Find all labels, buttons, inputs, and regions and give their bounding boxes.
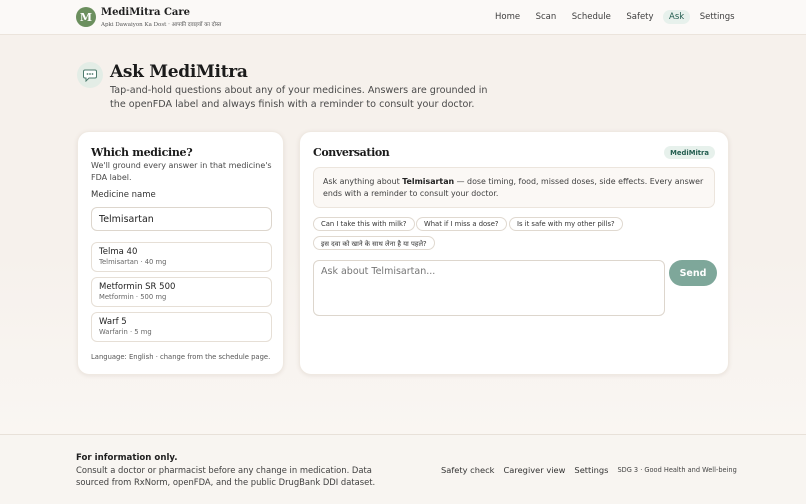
nav-ask[interactable]: Ask — [663, 10, 691, 24]
message-drug: Telmisartan — [402, 177, 455, 186]
nav-scan[interactable]: Scan — [530, 10, 563, 24]
nav-schedule[interactable]: Schedule — [566, 10, 617, 24]
nav-home[interactable]: Home — [489, 10, 526, 24]
main-nav: Home Scan Schedule Safety Ask Settings — [489, 10, 744, 24]
page-footer: For information only. Consult a doctor o… — [0, 434, 806, 504]
assistant-message: Ask anything about Telmisartan — dose ti… — [313, 167, 715, 208]
medicine-option-name: Telma 40 — [99, 247, 138, 257]
medicine-panel-title: Which medicine? — [91, 146, 193, 159]
footer-links: Safety check Caregiver view Settings SDG… — [441, 465, 737, 475]
send-button[interactable]: Send — [669, 260, 717, 286]
suggestion-chip[interactable]: Can I take this with milk? — [313, 217, 415, 231]
footer-link-caregiver-view[interactable]: Caregiver view — [503, 465, 565, 475]
medicine-option[interactable]: Metformin SR 500 Metformin · 500 mg — [91, 277, 272, 307]
language-note: Language: English · change from the sche… — [91, 353, 271, 361]
suggestion-chip[interactable]: इस दवा को खाने के साथ लेना है या पहले? — [313, 236, 435, 250]
chat-bubble-icon — [77, 62, 103, 88]
medicine-panel-description: We'll ground every answer in that medici… — [91, 161, 272, 182]
footer-heading: For information only. — [76, 453, 178, 463]
medicine-option-detail: Telmisartan · 40 mg — [99, 258, 167, 266]
suggestion-chip[interactable]: Is it safe with my other pills? — [509, 217, 623, 231]
medicine-option-name: Warf 5 — [99, 317, 127, 327]
suggestion-chip[interactable]: What if I miss a dose? — [416, 217, 507, 231]
medicine-option[interactable]: Warf 5 Warfarin · 5 mg — [91, 312, 272, 342]
brand-tagline: Apki Dawaiyon Ka Dost · आपकी दवाइयों का … — [101, 22, 222, 28]
top-header: M MediMitra Care Apki Dawaiyon Ka Dost ·… — [0, 0, 806, 35]
medicine-option-name: Metformin SR 500 — [99, 282, 176, 292]
nav-settings[interactable]: Settings — [694, 10, 741, 24]
question-input[interactable] — [313, 260, 665, 316]
footer-link-safety-check[interactable]: Safety check — [441, 465, 494, 475]
conversation-panel: Conversation MediMitra Ask anything abou… — [299, 131, 729, 375]
assistant-badge: MediMitra — [664, 146, 715, 159]
medicine-panel: Which medicine? We'll ground every answe… — [77, 131, 284, 375]
footer-disclaimer: Consult a doctor or pharmacist before an… — [76, 465, 376, 487]
medicine-name-label: Medicine name — [91, 190, 156, 200]
nav-safety[interactable]: Safety — [620, 10, 659, 24]
medicine-option-detail: Warfarin · 5 mg — [99, 328, 152, 336]
medicine-option[interactable]: Telma 40 Telmisartan · 40 mg — [91, 242, 272, 272]
brand-name[interactable]: MediMitra Care — [101, 7, 190, 18]
medicine-option-detail: Metformin · 500 mg — [99, 293, 167, 301]
sdg-note: SDG 3 · Good Health and Well-being — [617, 466, 737, 474]
message-prefix: Ask anything about — [323, 177, 400, 186]
page-subtitle: Tap-and-hold questions about any of your… — [110, 85, 488, 110]
page-title: Ask MediMitra — [110, 62, 248, 82]
medicine-name-input[interactable]: Telmisartan — [91, 207, 272, 231]
footer-link-settings[interactable]: Settings — [574, 465, 608, 475]
brand-logo[interactable]: M — [76, 7, 96, 27]
conversation-title: Conversation — [313, 146, 390, 159]
